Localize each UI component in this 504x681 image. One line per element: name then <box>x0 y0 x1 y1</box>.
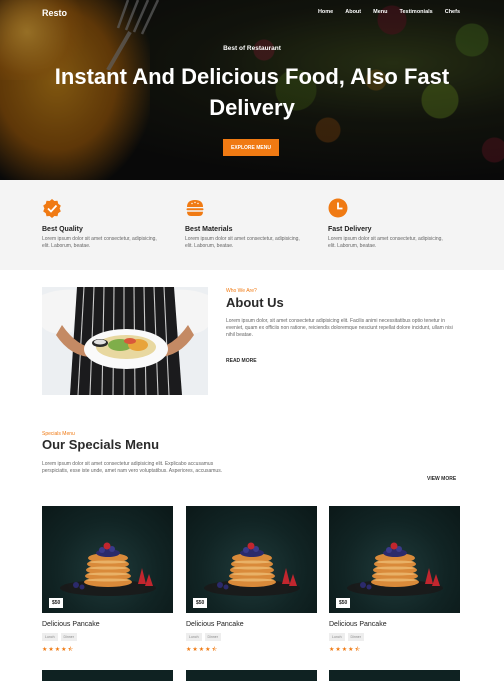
feature-text: Lorem ipsum dolor sit amet consectetur, … <box>185 236 300 249</box>
top-navbar: Resto Home About Menu Testimonials Chefs <box>0 0 504 26</box>
price-badge: $50 <box>193 598 208 608</box>
pancake-illustration <box>347 542 443 596</box>
chef-illustration <box>42 287 208 395</box>
site-logo[interactable]: Resto <box>42 8 67 18</box>
about-title: About Us <box>226 295 284 310</box>
nav-link-home[interactable]: Home <box>318 9 333 15</box>
feature-best-materials: Best Materials Lorem ipsum dolor sit ame… <box>185 198 305 250</box>
menu-item-name: Delicious Pancake <box>329 621 387 628</box>
about-image-chef <box>42 287 208 395</box>
nav-link-chefs[interactable]: Chefs <box>445 9 460 15</box>
pancake-image: $50 <box>186 506 317 613</box>
menu-item-name: Delicious Pancake <box>42 621 100 628</box>
menu-item-tags: Lunch Dinner <box>42 633 173 641</box>
about-text: Lorem ipsum dolor, sit amet consectetur … <box>226 318 453 338</box>
feature-text: Lorem ipsum dolor sit amet consectetur, … <box>328 236 443 249</box>
specials-title: Our Specials Menu <box>42 437 160 452</box>
pancake-illustration <box>60 542 156 596</box>
price-badge: $50 <box>336 598 351 608</box>
read-more-link[interactable]: READ MORE <box>226 358 257 364</box>
features-section: Best Quality Lorem ipsum dolor sit amet … <box>0 180 504 270</box>
feature-title: Best Quality <box>42 226 83 233</box>
feature-fast-delivery: Fast Delivery Lorem ipsum dolor sit amet… <box>328 198 448 250</box>
star-icon: ★ <box>54 647 61 653</box>
price-badge: $50 <box>49 598 64 608</box>
star-icon: ★ <box>42 647 48 653</box>
star-icon: ★ <box>61 647 67 653</box>
star-icon: ★ <box>48 647 54 653</box>
hero-section: Resto Home About Menu Testimonials Chefs… <box>0 0 504 180</box>
tag-lunch: Lunch <box>186 633 202 641</box>
tag-dinner: Dinner <box>347 633 364 641</box>
star-icon: ★ <box>348 647 354 653</box>
menu-item-tags: Lunch Dinner <box>329 633 460 641</box>
menu-card-next-row[interactable] <box>186 670 317 681</box>
menu-card-next-row[interactable] <box>329 670 460 681</box>
nav-link-about[interactable]: About <box>345 9 361 15</box>
rating-stars: ★ ★ ★ ★ ⯪ <box>42 647 173 653</box>
rating-stars: ★ ★ ★ ★ ⯪ <box>186 647 317 653</box>
burger-icon <box>186 200 204 216</box>
badge-check-icon <box>43 199 61 218</box>
nav-link-testimonials[interactable]: Testimonials <box>400 9 433 15</box>
star-icon: ★ <box>205 647 211 653</box>
star-icon: ★ <box>329 647 335 653</box>
star-icon: ★ <box>198 647 205 653</box>
star-icon: ★ <box>335 647 341 653</box>
about-eyebrow: Who We Are? <box>226 288 257 294</box>
pancake-image: $50 <box>329 506 460 613</box>
pancake-illustration <box>204 542 300 596</box>
tag-lunch: Lunch <box>42 633 58 641</box>
tag-lunch: Lunch <box>329 633 345 641</box>
feature-title: Best Materials <box>185 226 233 233</box>
menu-card-next-row[interactable] <box>42 670 173 681</box>
feature-title: Fast Delivery <box>328 226 372 233</box>
star-icon: ★ <box>341 647 348 653</box>
hero-title: Instant And Delicious Food, Also Fast De… <box>54 64 450 120</box>
specials-text: Lorem ipsum dolor sit amet consectetur a… <box>42 461 223 474</box>
feature-best-quality: Best Quality Lorem ipsum dolor sit amet … <box>42 198 162 250</box>
tag-dinner: Dinner <box>204 633 221 641</box>
menu-item-tags: Lunch Dinner <box>186 633 317 641</box>
star-half-icon: ⯪ <box>211 647 218 653</box>
menu-card[interactable]: $50 Delicious Pancake Lunch Dinner ★ ★ ★ ★ ⯪ <box>329 506 460 653</box>
feature-text: Lorem ipsum dolor sit amet consectetur, … <box>42 236 157 249</box>
star-half-icon: ⯪ <box>354 647 361 653</box>
nav-link-menu[interactable]: Menu <box>373 9 387 15</box>
clock-icon <box>328 198 348 218</box>
pancake-image: $50 <box>42 506 173 613</box>
rating-stars: ★ ★ ★ ★ ⯪ <box>329 647 460 653</box>
nav-links: Home About Menu Testimonials Chefs <box>306 9 460 15</box>
menu-card[interactable]: $50 Delicious Pancake Lunch Dinner ★ ★ ★ ★ ⯪ <box>42 506 173 653</box>
star-half-icon: ⯪ <box>67 647 74 653</box>
view-more-link[interactable]: VIEW MORE <box>427 476 456 482</box>
menu-card[interactable]: $50 Delicious Pancake Lunch Dinner ★ ★ ★ ★ ⯪ <box>186 506 317 653</box>
tag-dinner: Dinner <box>60 633 77 641</box>
star-icon: ★ <box>186 647 192 653</box>
explore-menu-button[interactable]: EXPLORE MENU <box>223 139 279 156</box>
menu-item-name: Delicious Pancake <box>186 621 244 628</box>
hero-subtitle: Best of Restaurant <box>223 45 281 52</box>
star-icon: ★ <box>192 647 198 653</box>
